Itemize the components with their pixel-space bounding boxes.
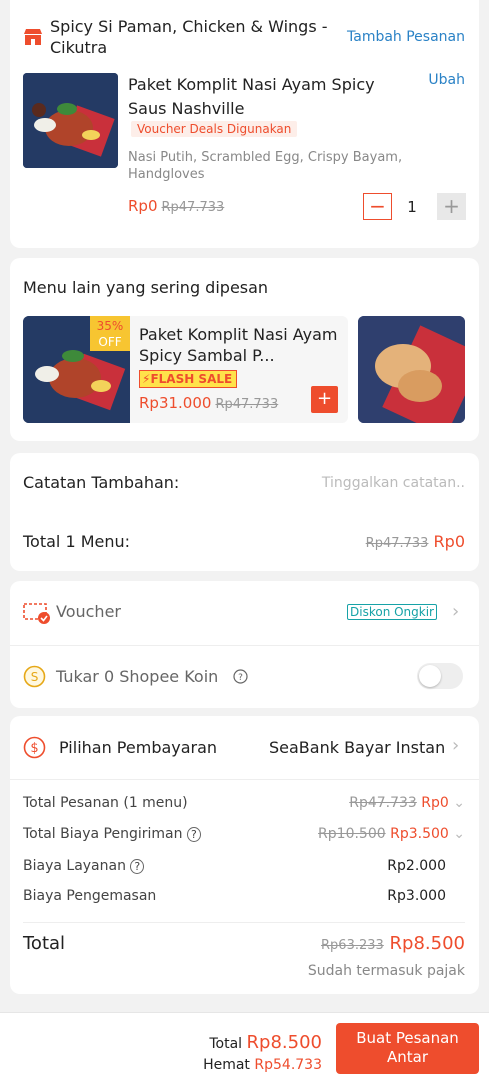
payment-method-value: SeaBank Bayar Instan bbox=[269, 738, 446, 757]
chevron-down-icon: ⌄ bbox=[453, 795, 465, 811]
payment-icon: $ bbox=[23, 736, 46, 763]
grand-total-value: Rp8.500 bbox=[389, 933, 465, 954]
recommendation-name: Paket Komplit Nasi Ayam Spicy Sambal P..… bbox=[139, 325, 338, 365]
notes-label: Catatan Tambahan: bbox=[23, 473, 180, 492]
coin-icon: S bbox=[23, 665, 46, 692]
place-order-button[interactable]: Buat Pesanan Antar bbox=[336, 1023, 479, 1074]
flash-sale-label: FLASH SALE bbox=[150, 372, 233, 386]
coins-label: Tukar 0 Shopee Koin bbox=[56, 667, 219, 686]
store-name: Spicy Si Paman, Chicken & Wings - Cikutr… bbox=[50, 17, 328, 57]
store-icon bbox=[23, 28, 43, 46]
recommendations-title: Menu lain yang sering dipesan bbox=[23, 278, 269, 297]
voucher-card: Voucher Diskon Ongkir › S Tukar 0 Shopee… bbox=[10, 581, 479, 708]
quantity-plus-button[interactable]: + bbox=[437, 193, 466, 220]
help-icon[interactable]: ? bbox=[186, 827, 201, 842]
recommendation-original-price: Rp47.733 bbox=[215, 397, 279, 412]
grand-total-label: Total bbox=[23, 933, 66, 954]
discount-off-label: OFF bbox=[98, 335, 122, 349]
edit-item-link[interactable]: Ubah bbox=[428, 72, 465, 88]
chevron-down-icon: ⌄ bbox=[453, 826, 465, 842]
bottom-total: Total Rp8.500 bbox=[209, 1032, 322, 1053]
grand-total-original: Rp63.233 bbox=[321, 938, 384, 953]
grand-total-values: Rp63.233 Rp8.500 bbox=[321, 933, 465, 954]
tax-note: Sudah termasuk pajak bbox=[307, 963, 465, 979]
recommendation-item-2-image[interactable] bbox=[358, 316, 465, 423]
item-price: Rp0 bbox=[128, 197, 158, 215]
svg-text:?: ? bbox=[238, 673, 243, 683]
shipping-original: Rp10.500 bbox=[318, 826, 386, 842]
add-order-link[interactable]: Tambah Pesanan bbox=[347, 29, 465, 45]
order-total-label: Total Pesanan (1 menu) bbox=[23, 795, 188, 811]
help-icon[interactable]: ? bbox=[130, 859, 145, 874]
shipping-label-text: Total Biaya Pengiriman bbox=[23, 826, 183, 842]
chevron-right-icon: › bbox=[452, 601, 460, 622]
voucher-divider bbox=[10, 645, 479, 646]
svg-text:$: $ bbox=[30, 741, 38, 756]
bottom-savings-value: Rp54.733 bbox=[254, 1057, 322, 1073]
voucher-row[interactable]: Voucher Diskon Ongkir › bbox=[10, 581, 479, 645]
svg-text:S: S bbox=[31, 670, 39, 684]
voucher-badge: Diskon Ongkir bbox=[347, 604, 437, 620]
item-original-price: Rp47.733 bbox=[161, 200, 225, 215]
flash-sale-badge: ⚡FLASH SALE bbox=[139, 370, 238, 388]
bottom-savings-label: Hemat bbox=[203, 1057, 250, 1073]
discount-value: 35% bbox=[96, 319, 124, 333]
recommendations-card: Menu lain yang sering dipesan 35% OFF Pa… bbox=[10, 258, 479, 441]
notes-card: Catatan Tambahan: Tinggalkan catatan.. T… bbox=[10, 453, 479, 571]
recommendation-price: Rp31.000 bbox=[139, 394, 212, 412]
toggle-knob bbox=[419, 665, 441, 687]
food-image bbox=[23, 73, 118, 168]
voucher-icon bbox=[23, 603, 51, 629]
discount-badge: 35% OFF bbox=[90, 316, 130, 351]
bottom-savings: Hemat Rp54.733 bbox=[203, 1057, 322, 1073]
service-fee-label-text: Biaya Layanan bbox=[23, 858, 126, 874]
payment-divider bbox=[10, 779, 479, 780]
order-total-original: Rp47.733 bbox=[349, 795, 417, 811]
cart-card: Spicy Si Paman, Chicken & Wings - Cikutr… bbox=[10, 0, 479, 248]
total-menu-value: Rp0 bbox=[433, 532, 465, 551]
service-fee-value: Rp2.000 bbox=[387, 858, 446, 874]
add-recommendation-button[interactable]: + bbox=[311, 386, 338, 413]
payment-method-row[interactable]: $ Pilihan Pembayaran SeaBank Bayar Insta… bbox=[10, 716, 479, 779]
shipping-label: Total Biaya Pengiriman ? bbox=[23, 826, 201, 842]
item-price-row: Rp0 Rp47.733 bbox=[128, 197, 224, 215]
recommendation-image: 35% OFF bbox=[23, 316, 130, 423]
service-fee-label: Biaya Layanan ? bbox=[23, 858, 145, 874]
summary-divider bbox=[23, 922, 465, 923]
help-icon[interactable]: ? bbox=[233, 669, 248, 688]
quantity-minus-button[interactable]: − bbox=[363, 193, 392, 220]
checkout-bar: Total Rp8.500 Hemat Rp54.733 Buat Pesana… bbox=[0, 1012, 489, 1080]
bottom-total-label: Total bbox=[209, 1036, 243, 1052]
shipping-values[interactable]: Rp10.500 Rp3.500 ⌄ bbox=[318, 826, 465, 842]
order-total-values[interactable]: Rp47.733 Rp0 ⌄ bbox=[349, 795, 465, 811]
recommendation-price-row: Rp31.000 Rp47.733 bbox=[139, 394, 278, 412]
payment-card: $ Pilihan Pembayaran SeaBank Bayar Insta… bbox=[10, 716, 479, 994]
recommendation-item[interactable]: 35% OFF Paket Komplit Nasi Ayam Spicy Sa… bbox=[23, 316, 348, 423]
packaging-fee-label: Biaya Pengemasan bbox=[23, 888, 157, 904]
shipping-value: Rp3.500 bbox=[390, 826, 449, 842]
item-name: Paket Komplit Nasi Ayam Spicy Saus Nashv… bbox=[128, 75, 375, 118]
total-menu-label: Total 1 Menu: bbox=[23, 532, 131, 551]
order-total-value: Rp0 bbox=[421, 795, 449, 811]
quantity-value: 1 bbox=[407, 198, 417, 216]
payment-label: Pilihan Pembayaran bbox=[59, 738, 218, 757]
chevron-right-icon: › bbox=[452, 735, 460, 756]
coins-toggle[interactable] bbox=[417, 663, 463, 689]
packaging-fee-value: Rp3.000 bbox=[387, 888, 446, 904]
total-menu-values: Rp47.733 Rp0 bbox=[366, 532, 465, 551]
notes-input[interactable]: Tinggalkan catatan.. bbox=[322, 475, 465, 491]
bottom-total-value: Rp8.500 bbox=[246, 1032, 322, 1053]
voucher-used-tag: Voucher Deals Digunakan bbox=[131, 121, 298, 137]
voucher-label: Voucher bbox=[56, 602, 121, 621]
item-description: Nasi Putih, Scrambled Egg, Crispy Bayam,… bbox=[128, 150, 403, 182]
total-menu-original: Rp47.733 bbox=[365, 536, 429, 551]
